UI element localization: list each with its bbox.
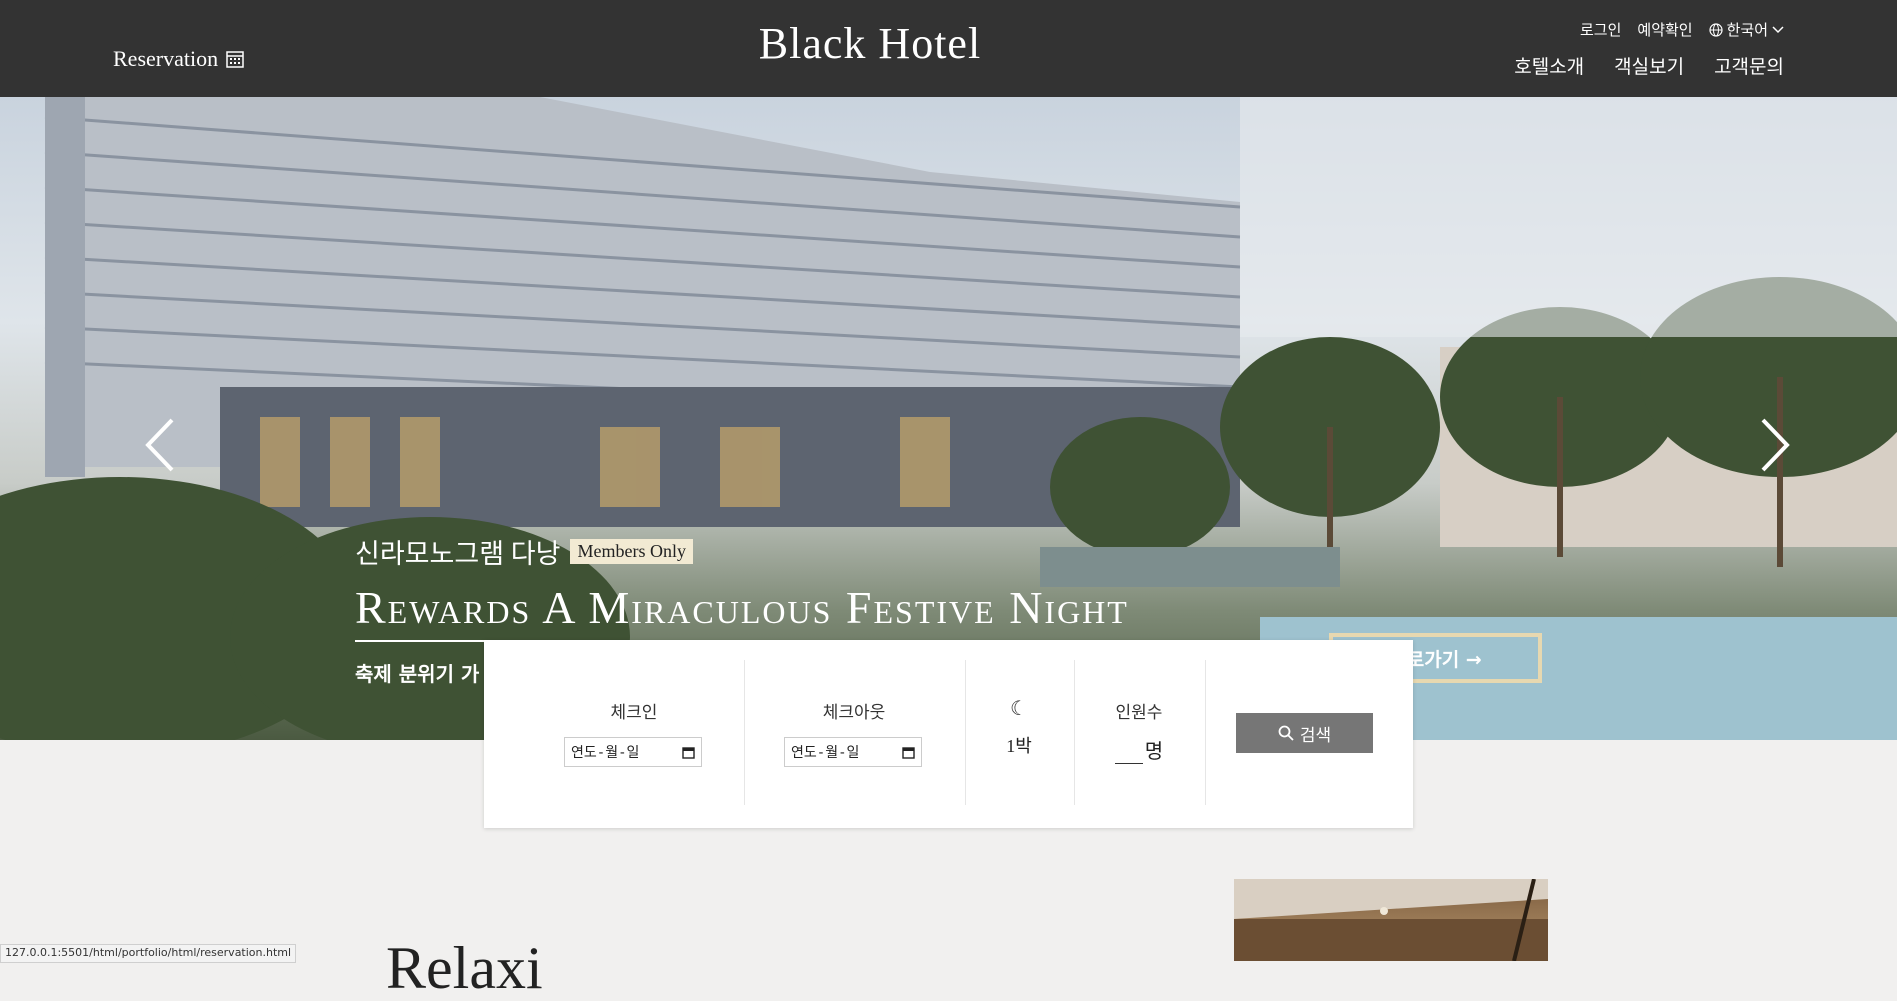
checkin-date-input[interactable]: 연도-월-일 — [564, 737, 702, 767]
search-label: 검색 — [1299, 725, 1332, 746]
checkin-field: 체크인 연도-월-일 — [564, 660, 704, 805]
language-selector[interactable]: 한국어 — [1708, 19, 1784, 40]
checkin-value: 연도-월-일 — [571, 745, 640, 761]
nights-value: 1박 — [1006, 736, 1032, 756]
divider — [965, 660, 966, 805]
room-image — [1234, 879, 1548, 961]
promo-title: Rewards A Miraculous Festive Night — [355, 581, 1240, 642]
chevron-right-icon[interactable] — [1755, 415, 1795, 475]
search-button[interactable]: 검색 — [1236, 713, 1373, 753]
globe-icon — [1708, 22, 1723, 37]
nav-hotel-intro[interactable]: 호텔소개 — [1514, 52, 1584, 79]
nav-rooms[interactable]: 객실보기 — [1614, 52, 1684, 79]
room-image-art — [1234, 879, 1548, 961]
check-booking-link[interactable]: 예약확인 — [1637, 19, 1692, 40]
site-header: Reservation Black Hotel 로그인 예약확인 한국어 호텔소… — [0, 0, 1897, 97]
guests-input-row: 명 — [1084, 735, 1194, 764]
section-heading: Relaxi — [386, 935, 543, 1001]
members-badge: Members Only — [570, 539, 693, 564]
checkin-label: 체크인 — [610, 703, 658, 723]
status-bar-url: 127.0.0.1:5501/html/portfolio/html/reser… — [0, 944, 297, 963]
divider — [744, 660, 745, 805]
main-nav: 호텔소개 객실보기 고객문의 — [1514, 52, 1784, 79]
checkout-date-input[interactable]: 연도-월-일 — [784, 737, 922, 767]
chevron-down-icon — [1772, 25, 1784, 33]
checkout-value: 연도-월-일 — [791, 745, 860, 761]
divider — [1205, 660, 1206, 805]
divider — [1074, 660, 1075, 805]
login-link[interactable]: 로그인 — [1580, 19, 1621, 40]
guests-label: 인원수 — [1115, 703, 1163, 723]
guests-unit: 명 — [1144, 739, 1164, 763]
language-label: 한국어 — [1726, 21, 1768, 39]
nav-contact[interactable]: 고객문의 — [1714, 52, 1784, 79]
utility-links: 로그인 예약확인 한국어 — [1580, 19, 1784, 40]
calendar-icon — [902, 746, 915, 759]
checkout-label: 체크아웃 — [822, 703, 886, 723]
search-icon — [1278, 725, 1294, 741]
chevron-left-icon[interactable] — [140, 415, 180, 475]
guests-input[interactable] — [1114, 741, 1143, 764]
booking-form: 체크인 연도-월-일 체크아웃 연도-월-일 ☾ 1박 인원수 명 검색 — [484, 640, 1413, 828]
checkout-field: 체크아웃 연도-월-일 — [784, 660, 924, 805]
site-logo[interactable]: Black Hotel — [0, 18, 1740, 69]
promo-subtitle-row: 신라모노그램 다낭 Members Only — [355, 532, 1240, 571]
nights-field: ☾ 1박 — [984, 660, 1054, 805]
guests-field: 인원수 명 — [1084, 660, 1194, 805]
promo-subtitle: 신라모노그램 다낭 — [355, 539, 561, 569]
moon-icon: ☾ — [1010, 696, 1028, 720]
calendar-icon — [682, 746, 695, 759]
